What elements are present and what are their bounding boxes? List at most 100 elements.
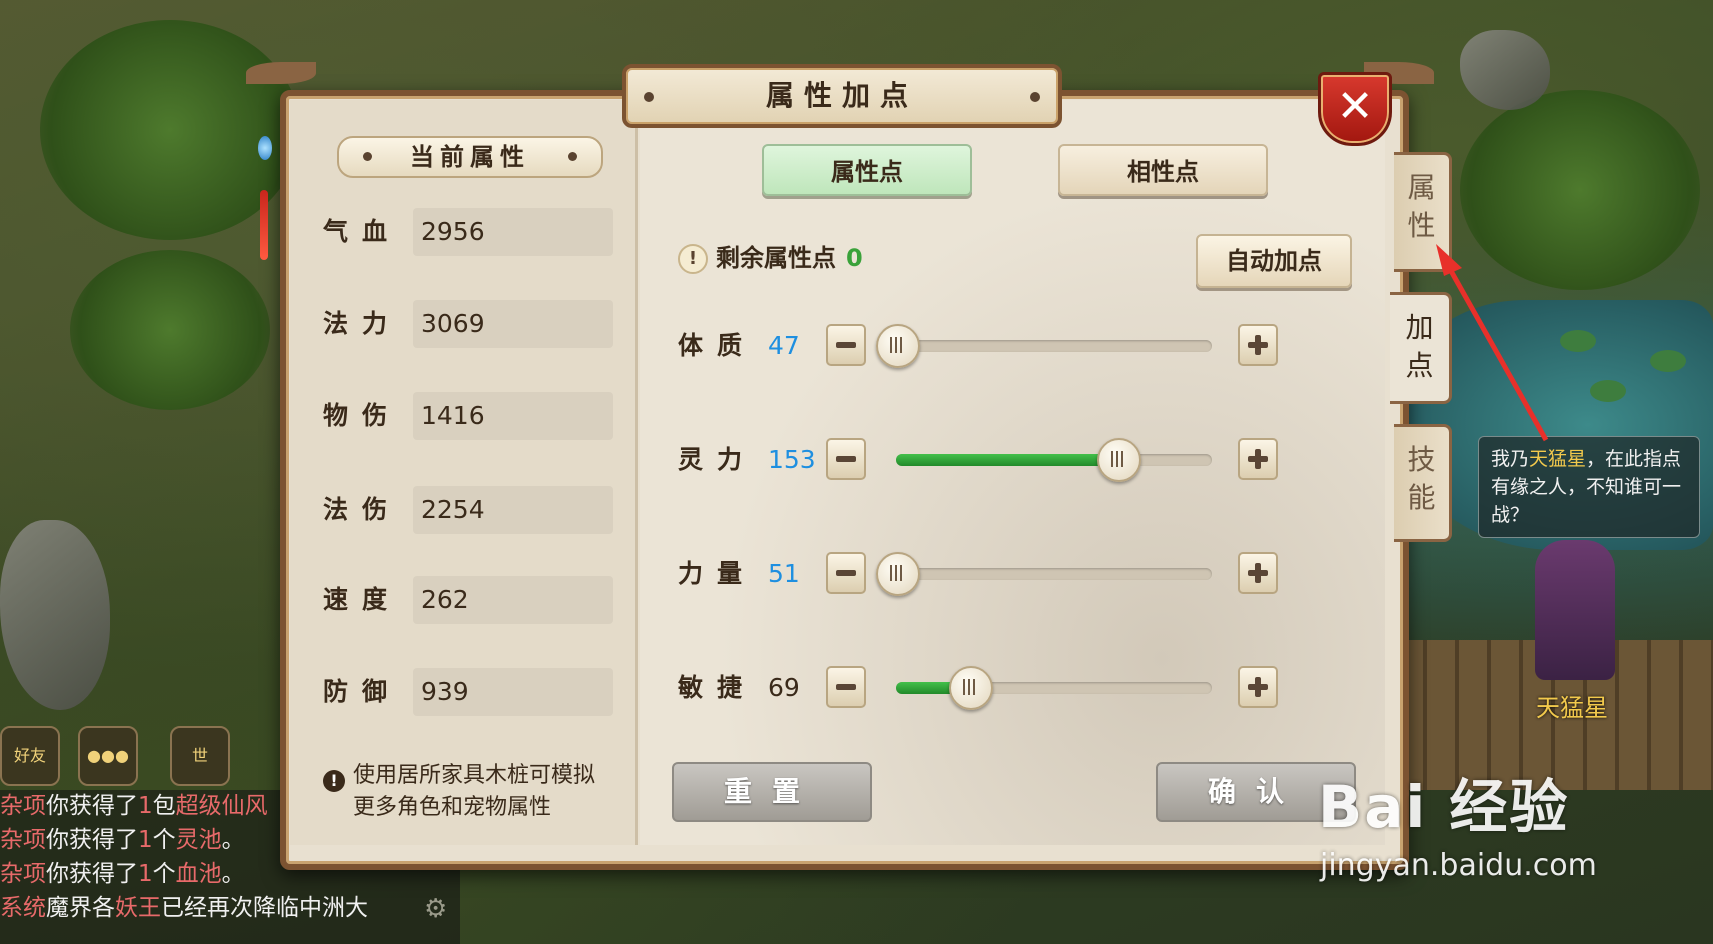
close-icon: ✕ bbox=[1336, 81, 1374, 132]
stat-row-mp: 法力 3069 bbox=[323, 300, 613, 348]
npc-name-label[interactable]: 天猛星 bbox=[1536, 688, 1608, 723]
chat-line: 系统魔界各妖王已经再次降临中洲大 bbox=[0, 895, 368, 921]
slider-handle[interactable] bbox=[948, 666, 993, 710]
remaining-value: 0 bbox=[846, 244, 863, 272]
npc-dialog-prefix: 我乃 bbox=[1491, 448, 1530, 470]
rock bbox=[0, 520, 110, 710]
chat-line: 杂项你获得了1个血池。 bbox=[0, 861, 245, 887]
plate-dot bbox=[568, 152, 577, 161]
stat-row-physical-damage: 物伤 1416 bbox=[323, 392, 613, 440]
slider-fill bbox=[896, 454, 1118, 466]
increase-button[interactable] bbox=[1238, 438, 1278, 480]
tassel-icon bbox=[260, 190, 268, 260]
slider-handle[interactable] bbox=[876, 552, 920, 596]
lily-pad bbox=[1590, 380, 1626, 402]
slider-handle[interactable] bbox=[876, 324, 920, 368]
panel-title-plate: 属性加点 bbox=[622, 64, 1062, 128]
attribute-value: 51 bbox=[768, 559, 800, 588]
plate-dot bbox=[1030, 92, 1040, 102]
lily-pad bbox=[1650, 350, 1686, 372]
tab-attribute-points[interactable]: 属性点 bbox=[762, 144, 972, 196]
tip-text: 使用居所家具木桩可模拟更多角色和宠物属性 bbox=[353, 763, 596, 820]
attribute-value: 69 bbox=[768, 673, 800, 702]
attribute-slider[interactable] bbox=[876, 552, 1212, 596]
side-tab-label: 属性 bbox=[1407, 171, 1436, 242]
chat-line: 杂项你获得了1个灵池。 bbox=[0, 827, 245, 853]
increase-button[interactable] bbox=[1238, 666, 1278, 708]
attribute-row-agility: 敏捷 69 bbox=[678, 660, 1278, 716]
stat-value: 2254 bbox=[413, 486, 613, 534]
current-attributes-header: 当前属性 bbox=[337, 136, 603, 178]
world-channel-label: 世 bbox=[191, 746, 208, 765]
side-tab-add-points[interactable]: 加点 bbox=[1390, 292, 1452, 404]
chat-shortcuts: 好友 ●●● 世 bbox=[0, 726, 240, 786]
stat-label: 法伤 bbox=[323, 495, 402, 524]
attribute-slider[interactable] bbox=[896, 666, 1212, 710]
friends-label: 好友 bbox=[13, 746, 46, 765]
lily-pad bbox=[1560, 330, 1596, 352]
current-attributes-title: 当前属性 bbox=[410, 143, 530, 171]
bush bbox=[1460, 90, 1700, 290]
friends-icon[interactable]: 好友 bbox=[0, 726, 60, 786]
auto-allocate-button[interactable]: 自动加点 bbox=[1196, 234, 1352, 288]
side-tab-attributes[interactable]: 属性 bbox=[1394, 152, 1452, 272]
attribute-name: 体质 bbox=[678, 331, 757, 360]
attribute-value: 47 bbox=[768, 331, 800, 360]
attribute-row-constitution: 体质 47 bbox=[678, 318, 1278, 374]
decrease-button[interactable] bbox=[826, 438, 866, 480]
slider-handle[interactable] bbox=[1097, 438, 1142, 482]
microphone-icon[interactable]: 世 bbox=[170, 726, 230, 786]
npc-dialog-name: 天猛星 bbox=[1529, 448, 1587, 470]
tab-affinity-points[interactable]: 相性点 bbox=[1058, 144, 1268, 196]
stat-label: 气血 bbox=[323, 217, 402, 246]
attribute-name: 灵力 bbox=[678, 445, 757, 474]
attribute-slider[interactable] bbox=[876, 324, 1212, 368]
attribute-slider[interactable] bbox=[896, 438, 1212, 482]
chat-settings-gear-icon[interactable]: ⚙ bbox=[424, 894, 447, 924]
baidu-watermark: Bai 经验 jingyan.baidu.com bbox=[1318, 760, 1597, 883]
increase-button[interactable] bbox=[1238, 552, 1278, 594]
attribute-row-strength: 力量 51 bbox=[678, 546, 1278, 602]
bush bbox=[70, 250, 270, 410]
npc-dialog-bubble: 我乃天猛星，在此指点有缘之人，不知谁可一战？ bbox=[1478, 436, 1700, 538]
stat-value: 1416 bbox=[413, 392, 613, 440]
info-icon: ! bbox=[678, 244, 708, 274]
chat-line: 杂项你获得了1包超级仙风 bbox=[0, 793, 268, 819]
attribute-name: 力量 bbox=[678, 559, 757, 588]
stat-label: 法力 bbox=[323, 309, 402, 338]
exclamation-icon: ! bbox=[323, 770, 345, 792]
side-tab-skills[interactable]: 技能 bbox=[1394, 424, 1452, 542]
decrease-button[interactable] bbox=[826, 552, 866, 594]
chat-bubble-icon[interactable]: ●●● bbox=[78, 726, 138, 786]
close-button[interactable]: ✕ bbox=[1318, 72, 1392, 146]
stat-value: 939 bbox=[413, 668, 613, 716]
decrease-button[interactable] bbox=[826, 324, 866, 366]
panel-title: 属性加点 bbox=[765, 79, 918, 112]
stat-value: 3069 bbox=[413, 300, 613, 348]
reset-button[interactable]: 重置 bbox=[672, 762, 872, 822]
stat-value: 262 bbox=[413, 576, 613, 624]
watermark-logo: Bai 经验 bbox=[1318, 773, 1570, 841]
remaining-label: 剩余属性点 bbox=[716, 244, 836, 272]
watermark-url: jingyan.baidu.com bbox=[1320, 848, 1597, 883]
plate-dot bbox=[644, 92, 654, 102]
stat-label: 速度 bbox=[323, 585, 402, 614]
decrease-button[interactable] bbox=[826, 666, 866, 708]
attribute-row-spirit: 灵力 153 bbox=[678, 432, 1278, 488]
attribute-value: 153 bbox=[768, 445, 816, 474]
attribute-name: 敏捷 bbox=[678, 673, 757, 702]
rock bbox=[1460, 30, 1550, 110]
stat-row-hp: 气血 2956 bbox=[323, 208, 613, 256]
stat-value: 2956 bbox=[413, 208, 613, 256]
hanging-ornament-icon bbox=[258, 136, 272, 160]
stat-row-defense: 防御 939 bbox=[323, 668, 613, 716]
stat-row-magic-damage: 法伤 2254 bbox=[323, 486, 613, 534]
npc-character[interactable] bbox=[1535, 540, 1615, 680]
plate-dot bbox=[363, 152, 372, 161]
remaining-points: ! 剩余属性点 0 bbox=[678, 240, 863, 276]
side-tab-label: 技能 bbox=[1407, 443, 1436, 514]
stat-label: 物伤 bbox=[323, 401, 402, 430]
tip-text-block: ! 使用居所家具木桩可模拟更多角色和宠物属性 bbox=[323, 760, 613, 824]
stat-label: 防御 bbox=[323, 677, 402, 706]
increase-button[interactable] bbox=[1238, 324, 1278, 366]
